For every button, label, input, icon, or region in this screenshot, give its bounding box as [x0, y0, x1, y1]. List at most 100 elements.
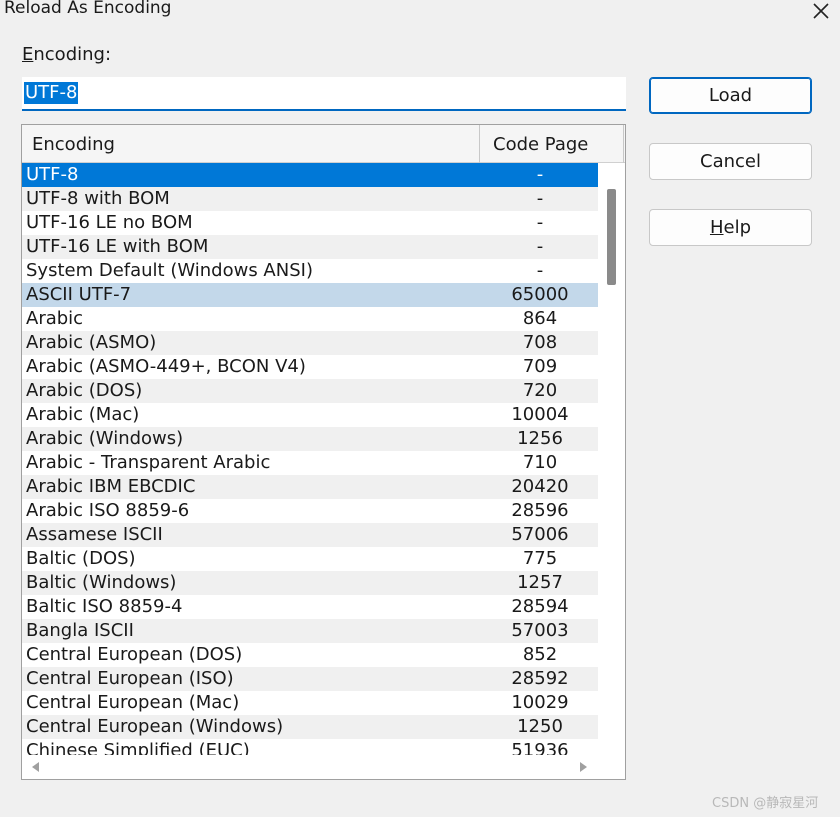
help-button-accel: H — [709, 217, 724, 238]
list-item[interactable]: Chinese Simplified (EUC) 51936 — [22, 739, 598, 755]
window-title: Reload As Encoding — [4, 0, 172, 18]
list-item-code-page: 28596 — [511, 500, 569, 521]
list-item-code-page: - — [536, 260, 544, 281]
list-item-encoding: Arabic - Transparent Arabic — [26, 452, 271, 473]
list-item-encoding: UTF-8 — [26, 164, 79, 185]
list-item-code-page: 65000 — [511, 284, 569, 305]
encoding-label-accel: E — [22, 44, 34, 65]
help-button[interactable]: Help — [649, 209, 812, 246]
list-item[interactable]: Baltic (DOS) 775 — [22, 547, 598, 571]
list-item[interactable]: UTF-16 LE no BOM - — [22, 211, 598, 235]
list-item-encoding: Arabic (Windows) — [26, 428, 184, 449]
list-item-encoding: Baltic (DOS) — [26, 548, 136, 569]
list-item-encoding: Central European (ISO) — [26, 668, 234, 689]
list-item-code-page: - — [536, 212, 544, 233]
list-item-encoding: Central European (DOS) — [26, 644, 243, 665]
list-item[interactable]: Arabic 864 — [22, 307, 598, 331]
list-item-code-page: - — [536, 236, 544, 257]
load-button[interactable]: Load — [649, 77, 812, 114]
list-item[interactable]: Central European (Mac) 10029 — [22, 691, 598, 715]
list-item-code-page: 710 — [522, 452, 558, 473]
list-item[interactable]: Assamese ISCII 57006 — [22, 523, 598, 547]
list-item[interactable]: Arabic IBM EBCDIC 20420 — [22, 475, 598, 499]
list-item-encoding: Arabic (Mac) — [26, 404, 140, 425]
scroll-left-arrow-icon[interactable] — [32, 762, 39, 772]
list-item-encoding: Assamese ISCII — [26, 524, 163, 545]
list-item[interactable]: UTF-16 LE with BOM - — [22, 235, 598, 259]
list-item-encoding: Central European (Mac) — [26, 692, 240, 713]
list-item-encoding: Arabic — [26, 308, 84, 329]
list-item-encoding: Baltic (Windows) — [26, 572, 177, 593]
list-item-code-page: - — [536, 188, 544, 209]
list-item[interactable]: Baltic ISO 8859-4 28594 — [22, 595, 598, 619]
list-item[interactable]: Arabic (DOS) 720 — [22, 379, 598, 403]
list-item[interactable]: Arabic - Transparent Arabic 710 — [22, 451, 598, 475]
list-item-code-page: 57006 — [511, 524, 569, 545]
list-item-encoding: Baltic ISO 8859-4 — [26, 596, 183, 617]
list-item-encoding: Central European (Windows) — [26, 716, 284, 737]
list-item[interactable]: ASCII UTF-7 65000 — [22, 283, 598, 307]
scroll-right-arrow-icon[interactable] — [580, 762, 587, 772]
list-item-code-page: 852 — [522, 644, 558, 665]
cancel-button[interactable]: Cancel — [649, 143, 812, 180]
help-button-text: elp — [723, 217, 752, 238]
list-item[interactable]: UTF-8 - — [22, 163, 598, 187]
list-item-encoding: Arabic IBM EBCDIC — [26, 476, 196, 497]
list-item-encoding: Bangla ISCII — [26, 620, 134, 641]
list-item-code-page: 864 — [522, 308, 558, 329]
list-item[interactable]: Baltic (Windows) 1257 — [22, 571, 598, 595]
list-item-code-page: 10004 — [511, 404, 569, 425]
close-icon — [813, 3, 829, 19]
list-item-encoding: UTF-16 LE with BOM — [26, 236, 209, 257]
column-header-encoding[interactable]: Encoding — [22, 125, 480, 163]
list-item-encoding: System Default (Windows ANSI) — [26, 260, 313, 281]
list-item-code-page: - — [536, 164, 544, 185]
list-item-code-page: 28594 — [511, 596, 569, 617]
list-item-code-page: 720 — [522, 380, 558, 401]
watermark: CSDN @静寂星河 — [712, 796, 819, 811]
encoding-label: Encoding: — [22, 44, 111, 65]
list-item-encoding: UTF-8 with BOM — [26, 188, 170, 209]
encoding-label-text: ncoding: — [33, 44, 112, 65]
list-item-code-page: 20420 — [511, 476, 569, 497]
horizontal-scrollbar[interactable] — [22, 755, 625, 779]
list-item[interactable]: Arabic (Windows) 1256 — [22, 427, 598, 451]
list-item-code-page: 1257 — [517, 572, 563, 593]
list-item[interactable]: UTF-8 with BOM - — [22, 187, 598, 211]
list-item-encoding: Arabic ISO 8859-6 — [26, 500, 190, 521]
encoding-list[interactable]: Encoding Code Page UTF-8 - UTF-8 with BOM -… — [21, 124, 626, 780]
encoding-input-value: UTF-8 — [24, 82, 79, 104]
encoding-input[interactable]: UTF-8 — [22, 77, 626, 111]
list-item-encoding: Arabic (ASMO) — [26, 332, 157, 353]
vertical-scroll-thumb[interactable] — [607, 189, 616, 285]
close-button[interactable] — [806, 0, 836, 22]
list-item[interactable]: Arabic ISO 8859-6 28596 — [22, 499, 598, 523]
column-header-code-page[interactable]: Code Page — [480, 125, 624, 163]
list-item[interactable]: System Default (Windows ANSI) - — [22, 259, 598, 283]
list-item-code-page: 28592 — [511, 668, 569, 689]
list-item[interactable]: Bangla ISCII 57003 — [22, 619, 598, 643]
list-item-code-page: 775 — [522, 548, 558, 569]
title-bar: Reload As Encoding — [0, 0, 840, 24]
list-item-encoding: Chinese Simplified (EUC) — [26, 740, 250, 755]
list-item-code-page: 1256 — [517, 428, 563, 449]
list-item-encoding: Arabic (ASMO-449+, BCON V4) — [26, 356, 306, 377]
list-item[interactable]: Arabic (ASMO-449+, BCON V4) 709 — [22, 355, 598, 379]
list-item[interactable]: Central European (DOS) 852 — [22, 643, 598, 667]
list-header: Encoding Code Page — [22, 125, 625, 163]
list-item-encoding: UTF-16 LE no BOM — [26, 212, 193, 233]
list-item[interactable]: Central European (ISO) 28592 — [22, 667, 598, 691]
list-item-encoding: ASCII UTF-7 — [26, 284, 132, 305]
vertical-scrollbar[interactable] — [601, 163, 625, 755]
list-item-code-page: 1250 — [517, 716, 563, 737]
list-item[interactable]: Central European (Windows) 1250 — [22, 715, 598, 739]
list-item-code-page: 708 — [522, 332, 558, 353]
list-item-code-page: 57003 — [511, 620, 569, 641]
list-item[interactable]: Arabic (ASMO) 708 — [22, 331, 598, 355]
list-item-code-page: 51936 — [511, 740, 569, 755]
list-item-code-page: 709 — [522, 356, 558, 377]
list-item-encoding: Arabic (DOS) — [26, 380, 143, 401]
list-item[interactable]: Arabic (Mac) 10004 — [22, 403, 598, 427]
list-item-code-page: 10029 — [511, 692, 569, 713]
list-rows: UTF-8- UTF-8 with BOM - UTF-16 LE no BOM - UT… — [22, 163, 599, 755]
